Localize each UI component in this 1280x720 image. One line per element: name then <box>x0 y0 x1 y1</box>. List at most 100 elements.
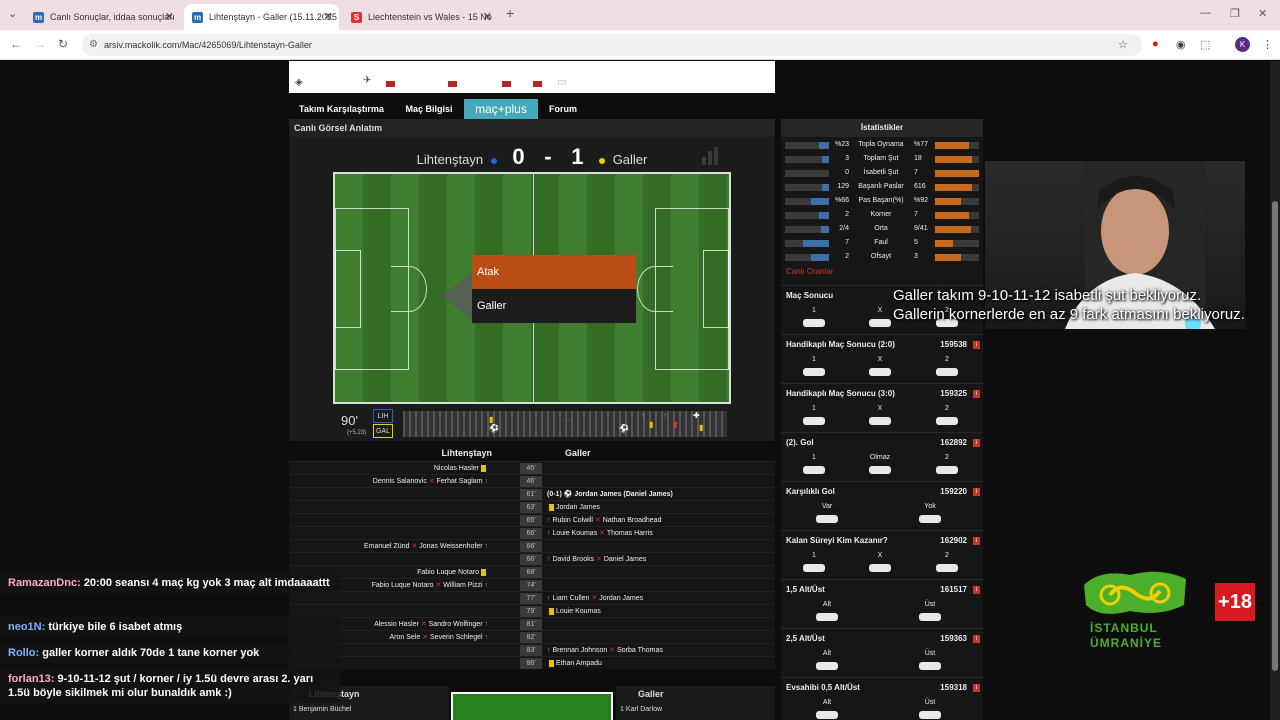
player-name[interactable]: Emanuel Zünd <box>364 543 410 550</box>
odds-button[interactable] <box>803 417 825 425</box>
player-out-name[interactable]: Jonas Weissenhofer <box>419 543 482 550</box>
info-icon: i <box>973 684 980 692</box>
event-marker: — <box>563 416 571 425</box>
player-out-name[interactable]: William Pizzi <box>443 582 482 589</box>
odds-button[interactable] <box>919 515 941 523</box>
site-info-icon[interactable]: ⚙ <box>89 34 98 56</box>
minimize-icon[interactable]: — <box>1200 7 1211 19</box>
odds-button[interactable] <box>803 368 825 376</box>
tab-takim-karsilastirma[interactable]: Takım Karşılaştırma <box>294 99 389 119</box>
player-name[interactable]: Aron Sele <box>390 634 421 641</box>
tab-canli-sonuclar[interactable]: m Canlı Sonuçlar, iddaa sonuçları ✕ <box>25 4 180 30</box>
odds-option-label: Alt <box>822 699 832 706</box>
player-out-name[interactable]: Daniel James <box>604 556 646 563</box>
puzzle-icon[interactable]: ⬚ <box>1200 38 1210 51</box>
url-field[interactable]: ⚙ arsiv.mackolik.com/Mac/4265069/Lihtens… <box>82 34 1142 56</box>
player-out-name[interactable]: Severin Schlegel <box>430 634 483 641</box>
odds-button[interactable] <box>919 662 941 670</box>
player-name[interactable]: David Brooks <box>552 556 594 563</box>
tab-mac-bilgisi[interactable]: Maç Bilgisi <box>395 99 463 119</box>
tab-search-icon[interactable]: ⌄ <box>8 7 17 20</box>
tv-icon[interactable]: ▭ <box>557 77 566 88</box>
whistle-icon[interactable]: ✈ <box>363 75 371 86</box>
player-out-icon: ✕ <box>597 530 607 537</box>
chat-text: türkiye bile 6 isabet atmış <box>48 621 183 633</box>
odds-button[interactable] <box>869 466 891 474</box>
player-out-name[interactable]: Jordan James <box>599 595 643 602</box>
bar-chart-icon[interactable] <box>702 147 722 165</box>
player-name[interactable]: (0-1) ⚽ Jordan James (Daniel James) <box>547 491 673 498</box>
odds-button[interactable] <box>936 466 958 474</box>
odds-button[interactable] <box>869 319 891 327</box>
close-window-icon[interactable]: ✕ <box>1258 7 1267 20</box>
player-name[interactable]: Ethan Ampadu <box>556 660 602 667</box>
odds-button[interactable] <box>936 564 958 572</box>
menu-dots-icon[interactable]: ⋮ <box>1262 38 1273 51</box>
player-name[interactable]: Liam Cullen <box>552 595 589 602</box>
event-right: ↑ Brennan Johnson ✕ Sorba Thomas <box>547 645 663 656</box>
close-icon[interactable]: ✕ <box>483 10 492 23</box>
odds-button[interactable] <box>919 613 941 621</box>
profile-avatar[interactable]: K <box>1235 37 1250 52</box>
goal-marker-icon: ⚽ <box>619 424 629 433</box>
player-name[interactable]: Alessio Hasler <box>374 621 419 628</box>
extension-icon[interactable]: ◉ <box>1176 38 1186 51</box>
odds-button[interactable] <box>816 515 838 523</box>
yellow-card-icon <box>549 503 554 511</box>
close-icon[interactable]: ✕ <box>165 10 174 23</box>
tab-match[interactable]: m Lihtenştayn - Galler (15.11.2025 ✕ <box>184 4 339 30</box>
player-name[interactable]: Rubin Colwill <box>552 517 592 524</box>
chat-message: neo1N: türkiye bile 6 isabet atmış <box>0 617 340 637</box>
player-name[interactable]: Dennis Salanovic <box>373 478 427 485</box>
player-name[interactable]: Nicolas Hasler <box>434 465 479 472</box>
close-icon[interactable]: ✕ <box>324 10 333 23</box>
odds-button[interactable] <box>869 564 891 572</box>
age-rating-badge: +18 <box>1215 583 1255 621</box>
event-right: (0-1) ⚽ Jordan James (Daniel James) <box>547 489 673 500</box>
opera-extension-icon[interactable]: ● <box>1152 38 1159 50</box>
odds-option-label: Üst <box>924 699 936 706</box>
player-out-name[interactable]: Sorba Thomas <box>617 647 663 654</box>
player-out-name[interactable]: Thomas Harris <box>607 530 653 537</box>
lineup-player: 1 Karl Darlow <box>620 706 663 713</box>
scrollbar[interactable] <box>1270 61 1280 720</box>
tab-liechtenstein-wales[interactable]: S Liechtenstein vs Wales - 15 No ✕ <box>343 4 498 30</box>
event-row: 81' Alessio Hasler ✕ Sandro Wolfinger ↑ <box>289 617 775 630</box>
live-visual-commentary: Lihtenştayn 0 - 1 Galler Atak Galler 90' <box>289 137 775 441</box>
tab-mac-plus[interactable]: maç+plus <box>464 99 538 119</box>
pitch-icon[interactable]: ◈ <box>295 77 303 88</box>
odds-button[interactable] <box>936 417 958 425</box>
player-out-name[interactable]: Ferhat Saglam <box>437 478 483 485</box>
away-stat-value: %92 <box>914 197 929 204</box>
player-name[interactable]: Louie Koumas <box>556 608 601 615</box>
odds-button[interactable] <box>816 662 838 670</box>
odds-button[interactable] <box>936 368 958 376</box>
odds-button[interactable] <box>816 711 838 719</box>
player-name[interactable]: Brennan Johnson <box>552 647 607 654</box>
back-icon[interactable]: ← <box>10 37 22 51</box>
odds-button[interactable] <box>869 417 891 425</box>
player-name[interactable]: Fabio Luque Notaro <box>372 582 434 589</box>
odds-button[interactable] <box>919 711 941 719</box>
event-row: 66' Emanuel Zünd ✕ Jonas Weissenhofer ↑ <box>289 539 775 552</box>
forward-icon[interactable]: → <box>34 37 46 51</box>
tab-forum[interactable]: Forum <box>543 99 583 119</box>
odds-button[interactable] <box>803 319 825 327</box>
bookmark-star-icon[interactable]: ☆ <box>1118 38 1128 51</box>
reload-icon[interactable]: ↻ <box>58 37 68 51</box>
odds-button[interactable] <box>803 564 825 572</box>
player-out-name[interactable]: Sandro Wolfinger <box>429 621 483 628</box>
player-name[interactable]: Louie Koumas <box>552 530 597 537</box>
maximize-icon[interactable]: ❐ <box>1230 7 1240 20</box>
player-out-name[interactable]: Nathan Broadhead <box>603 517 662 524</box>
player-name[interactable]: Jordan James <box>556 504 600 511</box>
player-name[interactable]: Fabio Luque Notaro <box>417 569 479 576</box>
odds-button[interactable] <box>803 466 825 474</box>
home-stat-value: %66 <box>834 197 849 204</box>
new-tab-icon[interactable]: + <box>506 5 514 21</box>
odds-button[interactable] <box>816 613 838 621</box>
scrollbar-thumb[interactable] <box>1272 201 1278 671</box>
odds-button[interactable] <box>869 368 891 376</box>
odds-option-label: Olmaz <box>869 454 891 461</box>
turkey-map-logo-icon <box>1084 571 1186 614</box>
